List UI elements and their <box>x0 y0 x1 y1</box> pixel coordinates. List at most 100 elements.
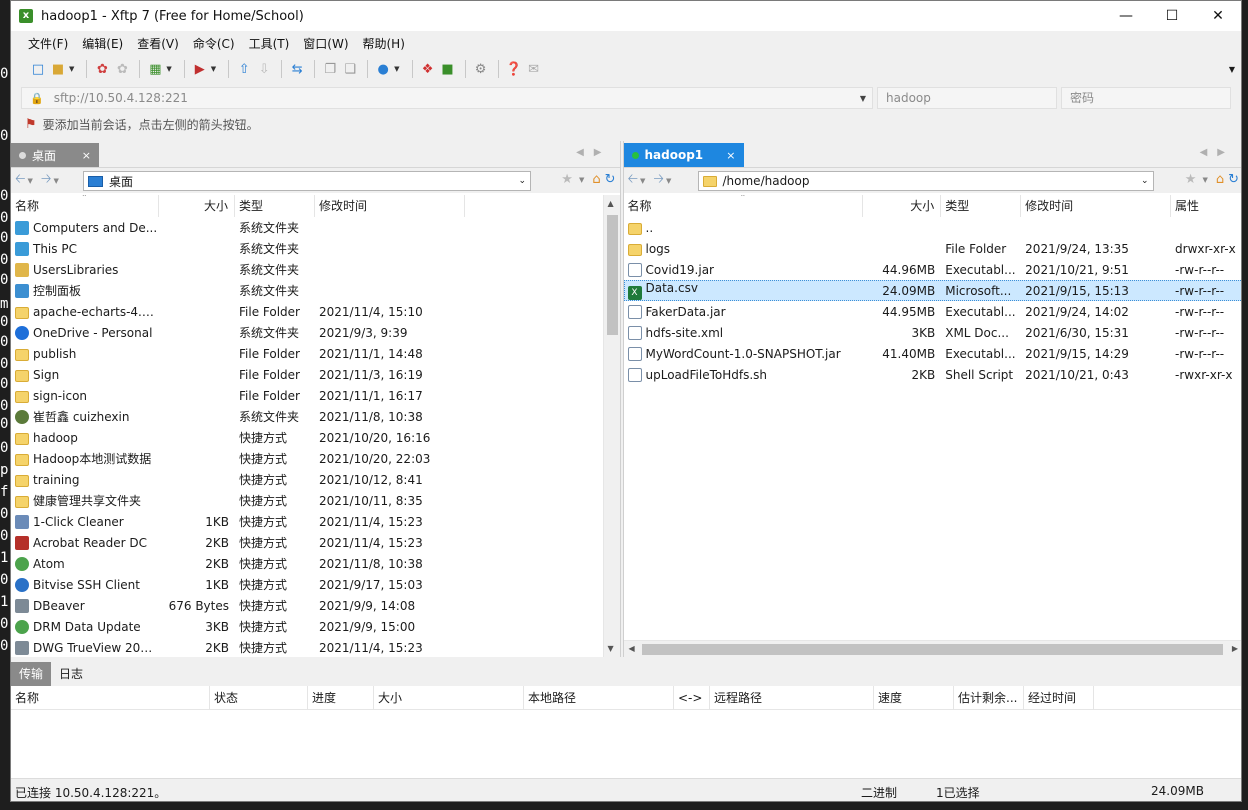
chat-icon[interactable]: ✉ <box>525 60 543 78</box>
star-icon[interactable]: ★ <box>561 172 573 187</box>
file-row[interactable]: hadoop 快捷方式 2021/10/20, 16:16 <box>11 427 620 448</box>
tab-scroll-icon[interactable]: ◀▶ <box>1200 147 1235 158</box>
sync-icon[interactable]: ⇆ <box>288 60 306 78</box>
xftp-icon[interactable]: ■ <box>439 60 457 78</box>
chevron-down-icon[interactable]: ⌄ <box>518 176 526 186</box>
copy-icon[interactable]: ❐ <box>321 60 339 78</box>
file-row[interactable]: This PC 系统文件夹 <box>11 238 620 259</box>
file-row[interactable]: hdfs-site.xml 3KB XML Doc... 2021/6/30, 15:… <box>624 322 1242 343</box>
column-size[interactable]: 大小 <box>863 195 942 217</box>
column-speed[interactable]: 速度 <box>874 685 954 710</box>
back-icon[interactable]: 🡠 <box>628 170 639 192</box>
close-icon[interactable]: × <box>82 149 91 162</box>
file-row[interactable]: FakerData.jar 44.95MB Executabl... 2021/9/2… <box>624 301 1242 322</box>
forward-icon[interactable]: 🡢 <box>653 170 664 192</box>
chevron-down-icon[interactable]: ▼ <box>211 65 216 73</box>
chevron-down-icon[interactable]: ▼ <box>69 65 74 73</box>
menu-file[interactable]: 文件(F) <box>21 35 75 52</box>
file-row[interactable]: training 快捷方式 2021/10/12, 8:41 <box>11 469 620 490</box>
forward-icon[interactable]: 🡢 <box>41 170 52 192</box>
column-size[interactable]: 大小 <box>159 195 235 217</box>
scroll-up-icon[interactable]: ▲ <box>608 199 614 208</box>
host-address-field[interactable]: 🔒 sftp://10.50.4.128:221 ▼ <box>21 87 873 109</box>
chevron-down-icon[interactable]: ▼ <box>394 65 399 73</box>
file-row[interactable]: UsersLibraries 系统文件夹 <box>11 259 620 280</box>
file-row[interactable]: X Data.csv 24.09MB Microsoft... 2021/9/15, 1… <box>623 280 1241 301</box>
chevron-down-icon[interactable]: ⌄ <box>1141 176 1149 186</box>
column-modified[interactable]: 修改时间 <box>1021 195 1172 217</box>
chevron-down-icon[interactable]: ▼ <box>579 176 584 184</box>
help-icon[interactable]: ❓ <box>505 60 523 78</box>
file-row[interactable]: Computers and De... 系统文件夹 <box>11 217 620 238</box>
star-icon[interactable]: ★ <box>1185 172 1197 187</box>
session-settings-icon[interactable]: ▦ <box>146 60 164 78</box>
tab-desktop[interactable]: 桌面 × <box>11 143 99 167</box>
column-name[interactable]: 名称 <box>11 685 210 710</box>
file-row[interactable]: 崔哲鑫 cuizhexin 系统文件夹 2021/11/8, 10:38 <box>11 406 620 427</box>
arrow-flag-icon[interactable]: ⚑ <box>25 117 37 132</box>
scroll-left-icon[interactable]: ◀ <box>629 644 635 653</box>
local-path-field[interactable]: 桌面 ⌄ <box>83 171 531 191</box>
tab-transfer[interactable]: 传输 <box>11 662 52 686</box>
globe-icon[interactable]: ● <box>374 60 392 78</box>
file-row[interactable]: DWG TrueView 201... 2KB 快捷方式 2021/11/4, 15:… <box>11 637 620 657</box>
column-local-path[interactable]: 本地路径 <box>524 685 674 710</box>
file-row[interactable]: Covid19.jar 44.96MB Executabl... 2021/10/21… <box>624 259 1242 280</box>
file-row[interactable]: .. <box>624 217 1242 238</box>
column-eta[interactable]: 估计剩余... <box>954 685 1024 710</box>
file-row[interactable]: OneDrive - Personal 系统文件夹 2021/9/3, 9:39 <box>11 322 620 343</box>
file-row[interactable]: DBeaver 676 Bytes 快捷方式 2021/9/9, 14:08 <box>11 595 620 616</box>
column-status[interactable]: 状态 <box>210 685 308 710</box>
tab-hadoop1[interactable]: hadoop1 × <box>623 143 744 167</box>
upload-icon[interactable]: ⇧ <box>235 60 253 78</box>
column-attributes[interactable]: 属性 <box>1171 195 1241 217</box>
column-size[interactable]: 大小 <box>374 685 524 710</box>
column-modified[interactable]: 修改时间 <box>315 195 465 217</box>
remote-path-field[interactable]: /home/hadoop ⌄ <box>697 171 1154 191</box>
menu-edit[interactable]: 编辑(E) <box>75 35 130 52</box>
home-icon[interactable]: ⌂ <box>1216 172 1224 187</box>
file-row[interactable]: 控制面板 系统文件夹 <box>11 280 620 301</box>
chevron-down-icon[interactable]: ▼ <box>28 177 33 185</box>
menu-tools[interactable]: 工具(T) <box>242 35 297 52</box>
file-row[interactable]: apache-echarts-4.1.0 File Folder 2021/11/4… <box>11 301 620 322</box>
toolbar-overflow-icon[interactable]: ▼ <box>1229 65 1235 74</box>
chevron-down-icon[interactable]: ▼ <box>1202 176 1207 184</box>
file-row[interactable]: sign-icon File Folder 2021/11/1, 16:17 <box>11 385 620 406</box>
file-row[interactable]: Sign File Folder 2021/11/3, 16:19 <box>11 364 620 385</box>
column-direction[interactable]: <-> <box>674 685 710 710</box>
chevron-down-icon[interactable]: ▼ <box>166 65 171 73</box>
close-button[interactable]: ✕ <box>1195 1 1241 31</box>
file-row[interactable]: 健康管理共享文件夹 快捷方式 2021/10/11, 8:35 <box>11 490 620 511</box>
scroll-down-icon[interactable]: ▼ <box>608 644 614 653</box>
back-icon[interactable]: 🡠 <box>15 170 26 192</box>
scroll-right-icon[interactable]: ▶ <box>1232 644 1238 653</box>
download-icon[interactable]: ⇩ <box>255 60 273 78</box>
column-remote-path[interactable]: 远程路径 <box>710 685 874 710</box>
remote-horizontal-scrollbar[interactable]: ◀ ▶ <box>623 640 1241 657</box>
refresh-icon[interactable]: ↻ <box>605 172 616 187</box>
file-row[interactable]: Acrobat Reader DC 2KB 快捷方式 2021/11/4, 15:23 <box>11 532 620 553</box>
maximize-button[interactable]: ☐ <box>1149 1 1195 31</box>
column-elapsed[interactable]: 经过时间 <box>1024 685 1094 710</box>
file-row[interactable]: Bitvise SSH Client 1KB 快捷方式 2021/9/17, 15:0… <box>11 574 620 595</box>
home-icon[interactable]: ⌂ <box>592 172 600 187</box>
file-row[interactable]: logs File Folder 2021/9/24, 13:35 drwxr-xr-… <box>624 238 1242 259</box>
xshell-icon[interactable]: ❖ <box>419 60 437 78</box>
file-row[interactable]: DRM Data Update 3KB 快捷方式 2021/9/9, 15:00 <box>11 616 620 637</box>
close-icon[interactable]: × <box>726 149 735 162</box>
chevron-down-icon[interactable]: ▼ <box>860 94 866 103</box>
menu-window[interactable]: 窗口(W) <box>296 35 355 52</box>
disconnect-icon[interactable]: ✿ <box>93 60 111 78</box>
password-field[interactable]: 密码 <box>1061 87 1231 109</box>
chevron-down-icon[interactable]: ▼ <box>666 177 671 185</box>
local-vertical-scrollbar[interactable]: ▲ ▼ <box>602 195 620 657</box>
file-row[interactable]: Hadoop本地测试数据 快捷方式 2021/10/20, 22:03 <box>11 448 620 469</box>
chevron-down-icon[interactable]: ▼ <box>53 177 58 185</box>
reconnect-icon[interactable]: ✿ <box>113 60 131 78</box>
menu-view[interactable]: 查看(V) <box>130 35 186 52</box>
open-folder-icon[interactable]: ■ <box>49 60 67 78</box>
paste-icon[interactable]: ❑ <box>341 60 359 78</box>
tab-log[interactable]: 日志 <box>51 662 91 686</box>
menu-help[interactable]: 帮助(H) <box>356 35 412 52</box>
